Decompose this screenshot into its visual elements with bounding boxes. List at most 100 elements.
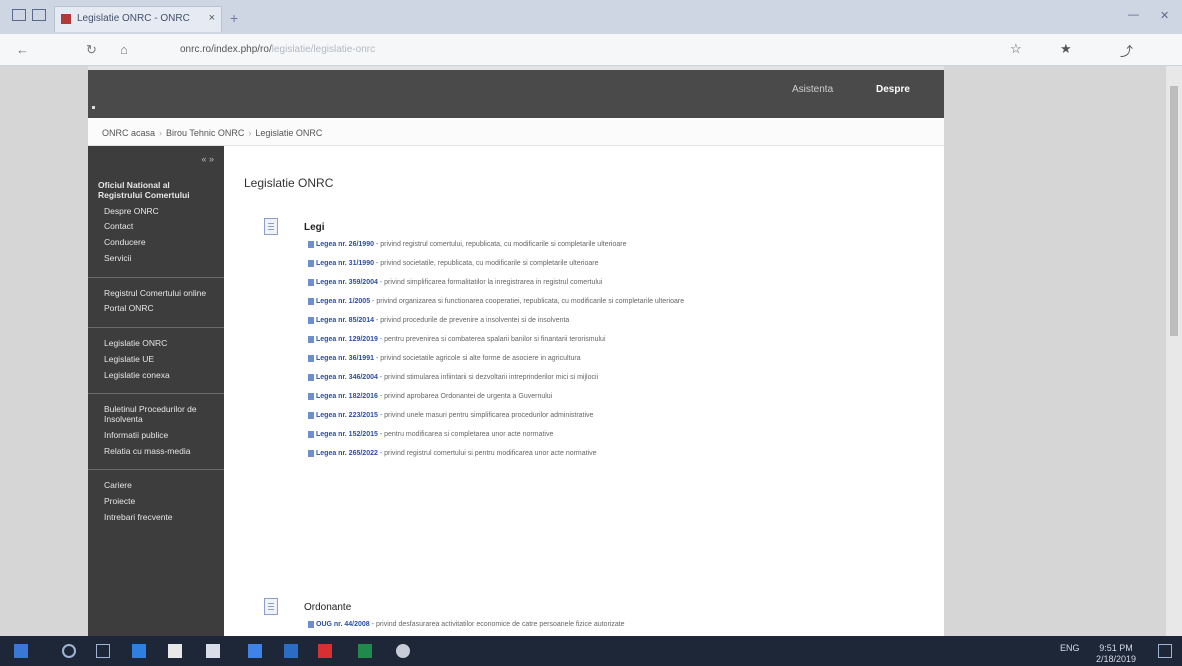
app-icon[interactable]: [284, 644, 298, 658]
header-strong-link[interactable]: Despre: [876, 84, 910, 95]
acrobat-icon[interactable]: [318, 644, 332, 658]
law-link[interactable]: Legea nr. 346/2004 - privind stimularea …: [308, 373, 920, 382]
pdf-file-icon: [308, 431, 314, 438]
breadcrumb-sep: ›: [159, 128, 163, 138]
sidenav-item[interactable]: Intrebari frecvente: [88, 510, 224, 526]
pdf-file-icon: [308, 279, 314, 286]
law-link[interactable]: Legea nr. 36/1991 - privind societatile …: [308, 354, 920, 363]
law-link[interactable]: Legea nr. 152/2015 - pentru modificarea …: [308, 430, 920, 439]
laws-list: Legea nr. 26/1990 - privind registrul co…: [308, 240, 920, 468]
browser-task-icon[interactable]: [248, 644, 262, 658]
sidenav-item[interactable]: Oficiul National al Registrului Comertul…: [88, 178, 224, 204]
tab-aside-icon[interactable]: [32, 9, 46, 21]
sidenav-item[interactable]: Relatia cu mass-media: [88, 444, 224, 460]
store-icon[interactable]: [168, 644, 182, 658]
sidenav-group: Cariere Proiecte Intrebari frecvente: [88, 470, 224, 535]
excel-icon[interactable]: [358, 644, 372, 658]
close-window-icon[interactable]: ✕: [1160, 9, 1169, 22]
notifications-icon[interactable]: [1158, 644, 1172, 658]
minimize-icon[interactable]: —: [1128, 9, 1139, 21]
document-icon: [264, 218, 278, 235]
header-link[interactable]: Asistenta: [792, 84, 833, 95]
home-icon[interactable]: ⌂: [120, 42, 128, 57]
law-link[interactable]: Legea nr. 1/2005 - privind organizarea s…: [308, 297, 920, 306]
taskbar: ENG 9:51 PM 2/18/2019: [0, 636, 1182, 666]
law-link[interactable]: Legea nr. 265/2022 - privind registrul c…: [308, 449, 920, 458]
law-link[interactable]: Legea nr. 26/1990 - privind registrul co…: [308, 240, 920, 249]
sidenav-item[interactable]: Contact: [88, 219, 224, 235]
sidenav-item[interactable]: Legislatie UE: [88, 352, 224, 368]
sidenav-item[interactable]: Legislatie conexa: [88, 368, 224, 384]
browser-tab[interactable]: Legislatie ONRC - ONRC ×: [54, 6, 222, 32]
pdf-file-icon: [308, 336, 314, 343]
laws-section: Legi Legea nr. 26/1990 - privind registr…: [264, 218, 924, 548]
breadcrumb-item[interactable]: ONRC acasa: [102, 128, 155, 138]
pdf-file-icon: [308, 393, 314, 400]
search-icon[interactable]: [62, 644, 76, 658]
task-view-icon[interactable]: [96, 644, 110, 658]
sidenav-group: Oficiul National al Registrului Comertul…: [88, 170, 224, 278]
share-icon[interactable]: ⤴: [1120, 41, 1133, 60]
breadcrumb: ONRC acasa › Birou Tehnic ONRC › Legislatie …: [88, 118, 944, 146]
main-content: Legislatie ONRC Legi Legea nr. 26/1990 -…: [224, 146, 944, 636]
sidenav-item[interactable]: Registrul Comertului online: [88, 286, 224, 302]
law-link[interactable]: Legea nr. 359/2004 - privind simplificar…: [308, 278, 920, 287]
edge-icon[interactable]: [132, 644, 146, 658]
sidenav-item[interactable]: Cariere: [88, 478, 224, 494]
clock[interactable]: 9:51 PM 2/18/2019: [1096, 643, 1136, 665]
browser-tab-bar: Legislatie ONRC - ONRC × + — ✕: [0, 0, 1182, 34]
pdf-file-icon: [308, 317, 314, 324]
hub-icon[interactable]: ★: [1060, 41, 1072, 57]
address-bar: ← ↻ ⌂ onrc.ro/index.php/ro/legislatie/le…: [0, 34, 1182, 66]
tab-close-icon[interactable]: ×: [209, 12, 215, 24]
breadcrumb-item[interactable]: Birou Tehnic ONRC: [166, 128, 244, 138]
sidenav-item[interactable]: Conducere: [88, 235, 224, 251]
settings-icon[interactable]: [396, 644, 410, 658]
refresh-icon[interactable]: ↻: [86, 42, 97, 58]
ordinances-section: Ordonante OUG nr. 44/2008 - privind desf…: [264, 598, 924, 636]
law-link[interactable]: Legea nr. 182/2016 - privind aprobarea O…: [308, 392, 920, 401]
pdf-file-icon: [308, 621, 314, 628]
pdf-file-icon: [308, 260, 314, 267]
clock-date: 2/18/2019: [1096, 654, 1137, 664]
sidenav-group: Buletinul Procedurilor de Insolventa Inf…: [88, 394, 224, 471]
mail-icon[interactable]: [206, 644, 220, 658]
breadcrumb-current: Legislatie ONRC: [255, 128, 323, 138]
start-icon[interactable]: [14, 644, 28, 658]
sidenav-item[interactable]: Servicii: [88, 251, 224, 267]
ordinances-list: OUG nr. 44/2008 - privind desfasurarea a…: [308, 620, 920, 636]
law-link[interactable]: Legea nr. 223/2015 - privind unele masur…: [308, 411, 920, 420]
url-field[interactable]: onrc.ro/index.php/ro/legislatie/legislat…: [180, 44, 375, 55]
page-scrollbar[interactable]: [1166, 66, 1182, 636]
new-tab-button[interactable]: +: [230, 10, 238, 26]
language-indicator[interactable]: ENG: [1060, 643, 1080, 653]
back-icon[interactable]: ←: [16, 42, 29, 57]
site-header: Asistenta Despre: [88, 70, 944, 118]
sidenav-item[interactable]: Despre ONRC: [88, 204, 224, 220]
sidenav-group: Registrul Comertului online Portal ONRC: [88, 278, 224, 329]
sidenav-item[interactable]: Portal ONRC: [88, 301, 224, 317]
page-viewport: Asistenta Despre ONRC acasa › Birou Tehnic…: [0, 66, 1182, 636]
sidenav-toggle[interactable]: « »: [88, 154, 224, 170]
sidenav-item[interactable]: Proiecte: [88, 494, 224, 510]
url-host: onrc.ro/index.php/ro/: [180, 44, 272, 55]
sidenav-item[interactable]: Legislatie ONRC: [88, 336, 224, 352]
sidenav-item[interactable]: Buletinul Procedurilor de Insolventa: [88, 402, 224, 428]
pdf-file-icon: [308, 355, 314, 362]
section-title: Legi: [304, 222, 325, 233]
breadcrumb-sep: ›: [248, 128, 252, 138]
law-link[interactable]: Legea nr. 31/1990 - privind societatile,…: [308, 259, 920, 268]
tab-title: Legislatie ONRC - ONRC: [77, 13, 190, 24]
clock-time: 9:51 PM: [1099, 643, 1133, 653]
favorite-icon[interactable]: ☆: [1010, 41, 1022, 57]
page-margin-left: [0, 66, 88, 636]
law-link[interactable]: Legea nr. 85/2014 - privind procedurile …: [308, 316, 920, 325]
ordinance-link[interactable]: OUG nr. 44/2008 - privind desfasurarea a…: [308, 620, 920, 629]
law-link[interactable]: Legea nr. 129/2019 - pentru prevenirea s…: [308, 335, 920, 344]
sidenav-group: Legislatie ONRC Legislatie UE Legislatie…: [88, 328, 224, 395]
section-title: Ordonante: [304, 602, 352, 613]
sidenav-item[interactable]: Informatii publice: [88, 428, 224, 444]
page-margin-right: [944, 66, 1166, 636]
scrollbar-thumb[interactable]: [1170, 86, 1178, 336]
tab-preview-icon[interactable]: [12, 9, 26, 21]
